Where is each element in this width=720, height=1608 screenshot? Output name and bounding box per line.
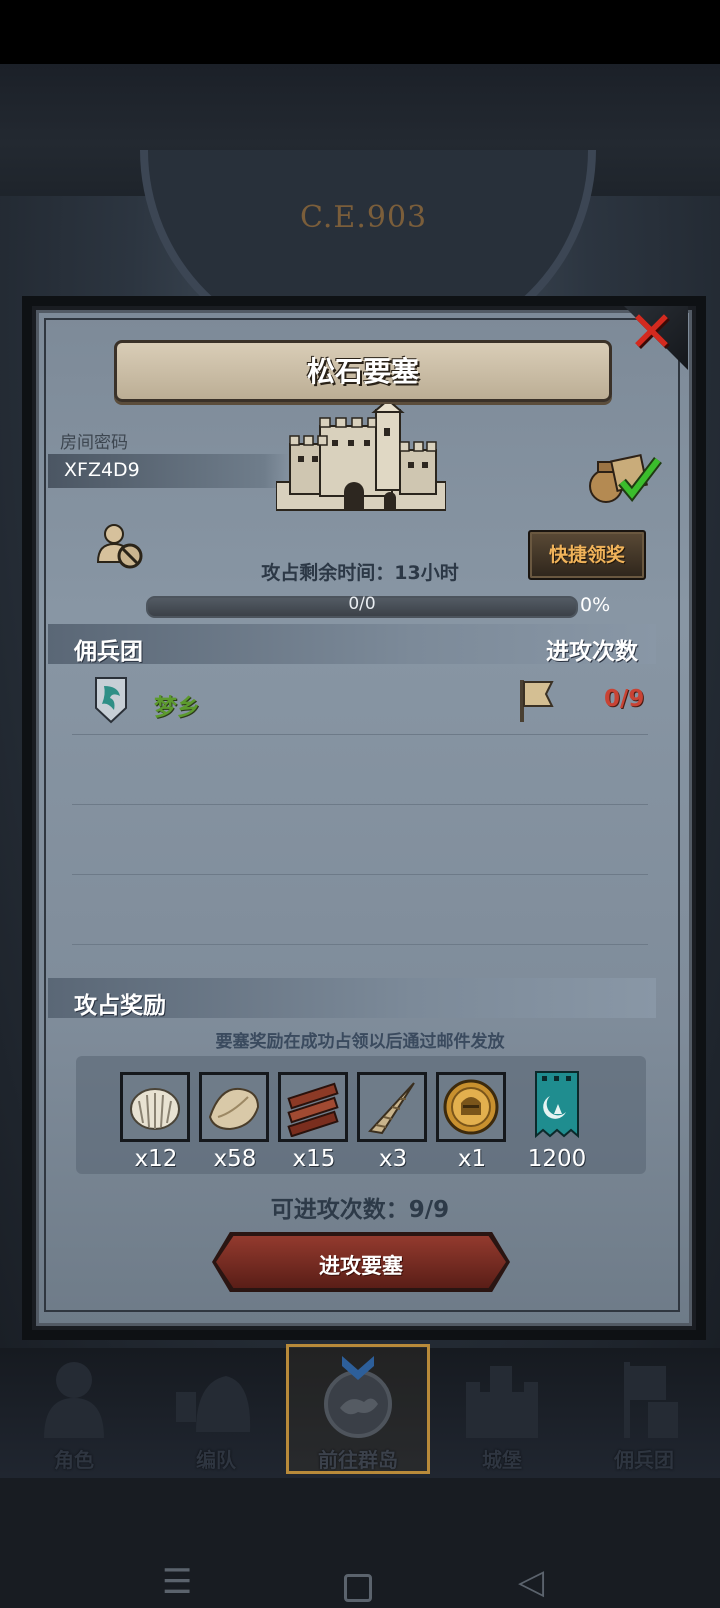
tab-mercenary-label[interactable]: 佣兵团	[574, 1444, 714, 1473]
reward-count: x12	[134, 1146, 178, 1172]
tab-castle-label[interactable]: 城堡	[432, 1444, 572, 1473]
reward-count: x15	[292, 1146, 336, 1172]
attack-fortress-label[interactable]: 进攻要塞	[216, 1250, 506, 1280]
shell-icon	[130, 1088, 180, 1130]
fortress-castle-icon	[276, 404, 446, 511]
reward-slot-shell[interactable]	[120, 1072, 190, 1142]
reward-slot-medal[interactable]	[436, 1072, 506, 1142]
rewards-section-title: 攻占奖励	[74, 993, 166, 1019]
castle-icon	[466, 1366, 538, 1438]
formation-icon	[176, 1376, 251, 1432]
attack-count-title: 进攻次数	[546, 639, 638, 665]
reward-slot-banner[interactable]	[532, 1070, 582, 1144]
reward-count: x3	[378, 1146, 408, 1172]
tab-islands-label[interactable]: 前往群岛	[288, 1444, 428, 1473]
menu-icon[interactable]: ☰	[162, 1562, 192, 1602]
rewards-note: 要塞奖励在成功占领以后通过邮件发放	[215, 1032, 505, 1052]
back-icon[interactable]: ◁	[518, 1562, 544, 1602]
home-icon[interactable]	[344, 1574, 372, 1602]
tab-character-label[interactable]: 角色	[4, 1444, 144, 1473]
room-code-label: 房间密码	[60, 433, 128, 453]
tab-formation-label[interactable]: 编队	[146, 1444, 286, 1473]
claimed-bag-icon	[589, 454, 662, 503]
reward-slot-fur[interactable]	[199, 1072, 269, 1142]
capture-progress-label: 0/0	[348, 594, 376, 614]
reward-count: x1	[457, 1146, 487, 1172]
dialog-title: 松石要塞	[306, 355, 419, 388]
flag-icon	[520, 680, 554, 722]
close-icon[interactable]: ✕	[628, 300, 675, 365]
no-user-icon	[96, 524, 143, 569]
fur-icon	[208, 1087, 260, 1131]
wood-planks-icon	[287, 1082, 339, 1137]
row-divider	[72, 734, 648, 735]
character-icon	[44, 1362, 104, 1438]
mercenary-icon	[624, 1362, 678, 1438]
row-divider	[72, 944, 648, 945]
row-divider	[72, 874, 648, 875]
status-bar	[0, 0, 720, 64]
reward-count: 1200	[527, 1146, 587, 1172]
islands-icon	[324, 1356, 392, 1438]
capture-progress-percent: 0%	[580, 594, 611, 616]
row-divider	[72, 804, 648, 805]
mercenary-section-title: 佣兵团	[74, 639, 143, 665]
remaining-attacks: 可进攻次数：9/9	[270, 1197, 450, 1223]
guild-banner-icon	[535, 1071, 579, 1139]
reward-slot-wood[interactable]	[278, 1072, 348, 1142]
reward-slot-horn[interactable]	[357, 1072, 427, 1142]
reward-count: x58	[213, 1146, 257, 1172]
horn-icon	[368, 1082, 415, 1135]
knight-medal-icon	[443, 1079, 499, 1135]
capture-time-remaining: 攻占剩余时间：13小时	[261, 562, 459, 584]
guild-name[interactable]: 梦乡	[154, 688, 200, 722]
era-label: C.E.903	[300, 200, 428, 235]
room-code-value[interactable]: XFZ4D9	[64, 459, 140, 481]
guild-shield-icon	[95, 677, 127, 724]
guild-attempts: 0/9	[604, 686, 645, 712]
